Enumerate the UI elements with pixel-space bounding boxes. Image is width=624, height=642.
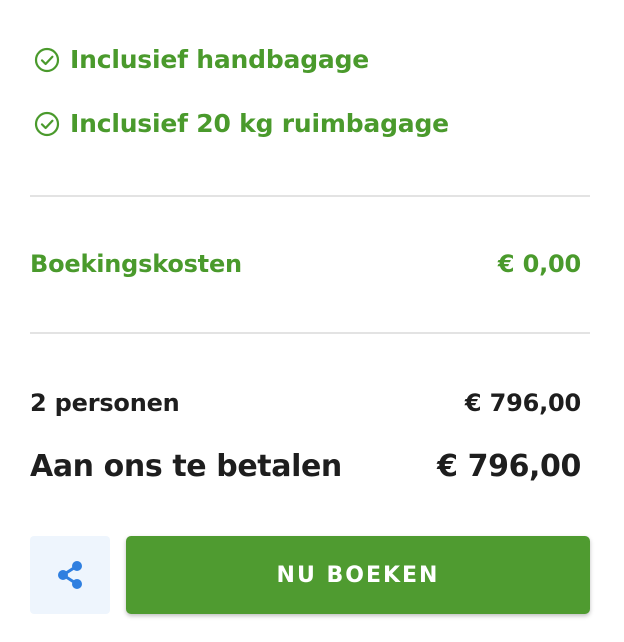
share-icon	[58, 561, 82, 589]
booking-summary-panel: Inclusief handbagage Inclusief 20 kg rui…	[30, 0, 590, 642]
booking-fee-label: Boekingskosten	[30, 250, 242, 278]
feature-label: Inclusief 20 kg ruimbagage	[70, 109, 449, 138]
total-label: Aan ons te betalen	[30, 449, 342, 484]
total-price: € 796,00	[437, 449, 581, 484]
booking-fee-row: Boekingskosten € 0,00	[30, 250, 581, 278]
total-row: Aan ons te betalen € 796,00	[30, 449, 581, 484]
feature-hold-luggage: Inclusief 20 kg ruimbagage	[34, 109, 449, 138]
feature-label: Inclusief handbagage	[70, 45, 370, 74]
check-circle-icon	[34, 47, 60, 72]
persons-price: € 796,00	[464, 389, 581, 417]
persons-label: 2 personen	[30, 389, 180, 417]
booking-fee-value: € 0,00	[497, 250, 581, 278]
book-now-button[interactable]: NU BOEKEN	[126, 536, 590, 614]
feature-hand-luggage: Inclusief handbagage	[34, 45, 369, 74]
divider	[30, 195, 590, 197]
check-circle-icon	[34, 111, 60, 136]
persons-row: 2 personen € 796,00	[30, 389, 581, 417]
divider	[30, 332, 590, 334]
share-button[interactable]	[30, 536, 110, 614]
